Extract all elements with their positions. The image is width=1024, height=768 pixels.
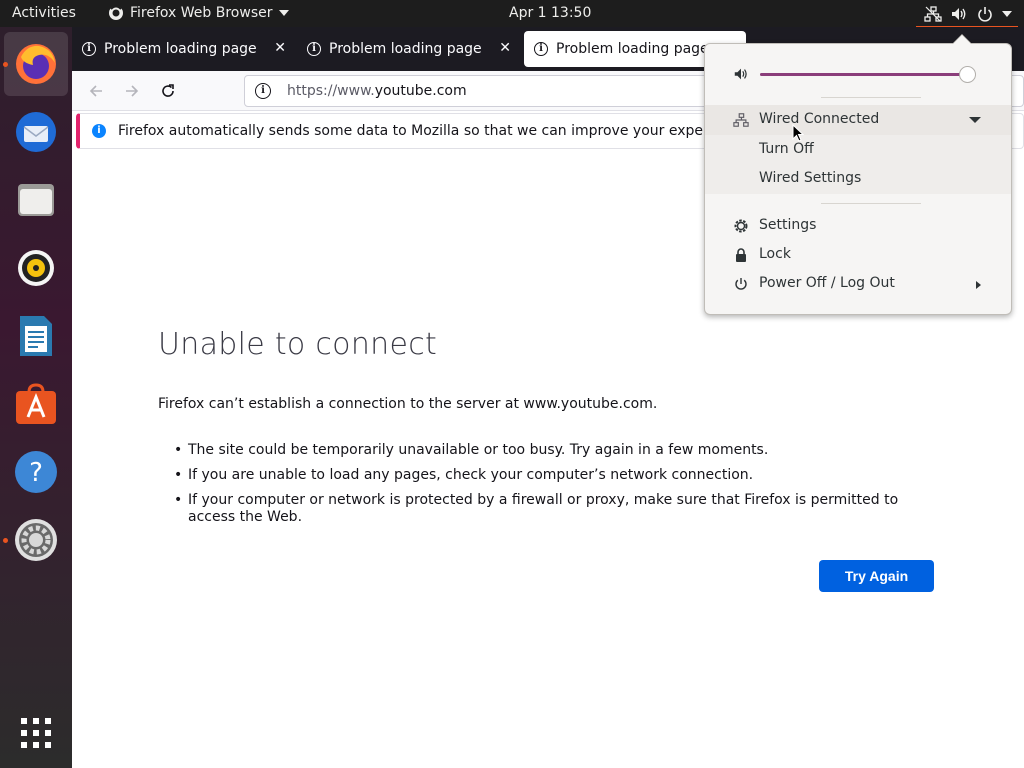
lock-item[interactable]: Lock	[705, 240, 1011, 270]
error-suggestions: The site could be temporarily unavailabl…	[158, 442, 938, 526]
top-bar: Activities Firefox Web Browser Apr 1 13:…	[0, 0, 1024, 28]
help-icon: ?	[15, 451, 57, 493]
running-indicator	[3, 62, 8, 67]
error-page: Unable to connect Firefox can’t establis…	[158, 327, 938, 534]
chevron-down-icon	[278, 10, 289, 16]
reload-button[interactable]	[156, 79, 180, 103]
tab-title: Problem loading page	[329, 41, 482, 57]
arrow-left-icon	[89, 85, 102, 97]
settings-icon	[15, 519, 57, 561]
volume-slider[interactable]	[760, 66, 977, 83]
rhythmbox-icon	[18, 250, 54, 286]
arrow-right-icon	[126, 85, 139, 97]
menu-separator	[821, 203, 921, 204]
app-menu-label: Firefox Web Browser	[130, 5, 273, 21]
error-description: Firefox can’t establish a connection to …	[158, 396, 658, 412]
power-icon	[735, 278, 747, 290]
wired-connection-label: Wired Connected	[759, 111, 880, 127]
dock-settings[interactable]	[4, 508, 68, 572]
info-icon: i	[82, 42, 96, 56]
tab-title: Problem loading page	[556, 41, 709, 57]
url-prefix: https://www.	[287, 83, 375, 99]
info-icon: i	[534, 42, 548, 56]
chevron-down-icon	[1002, 11, 1012, 17]
list-item: If your computer or network is protected…	[174, 492, 938, 526]
wired-network-icon	[924, 6, 942, 22]
thunderbird-icon	[16, 112, 56, 152]
show-applications-button[interactable]	[4, 701, 68, 765]
system-menu: Wired Connected Turn Off Wired Settings …	[704, 34, 1012, 315]
clock[interactable]: Apr 1 13:50	[509, 5, 591, 21]
dock: ?	[0, 27, 72, 768]
menu-separator	[821, 97, 921, 98]
running-indicator	[3, 538, 8, 543]
chevron-down-icon	[969, 117, 981, 123]
turn-off-label: Turn Off	[759, 141, 814, 157]
dock-writer[interactable]	[4, 304, 68, 368]
error-title: Unable to connect	[158, 327, 438, 362]
volume-slider-fill	[760, 73, 968, 76]
activities-button[interactable]: Activities	[12, 5, 76, 21]
forward-button[interactable]	[120, 79, 144, 103]
wired-settings-item[interactable]: Wired Settings	[705, 164, 1011, 194]
files-icon	[18, 184, 54, 216]
try-again-button[interactable]: Try Again	[819, 560, 934, 592]
wired-network-icon	[733, 113, 749, 127]
dock-files[interactable]	[4, 168, 68, 232]
tab-title: Problem loading page	[104, 41, 257, 57]
writer-icon	[20, 316, 52, 356]
close-icon[interactable]: ✕	[499, 40, 511, 56]
wired-connection-item[interactable]: Wired Connected	[705, 105, 1011, 135]
app-grid-icon	[21, 718, 51, 748]
chevron-right-icon	[976, 281, 981, 289]
info-icon[interactable]: i	[255, 83, 271, 99]
settings-label: Settings	[759, 217, 817, 233]
dock-thunderbird[interactable]	[4, 100, 68, 164]
volume-slider-handle[interactable]	[959, 66, 977, 83]
mouse-cursor-icon	[792, 124, 804, 142]
system-tray[interactable]	[916, 3, 1018, 28]
dock-software[interactable]	[4, 372, 68, 436]
info-icon: i	[307, 42, 321, 56]
volume-row	[705, 62, 1011, 86]
dock-rhythmbox[interactable]	[4, 236, 68, 300]
settings-item[interactable]: Settings	[705, 211, 1011, 241]
reload-icon	[162, 84, 174, 97]
list-item: The site could be temporarily unavailabl…	[174, 442, 938, 459]
power-label: Power Off / Log Out	[759, 275, 895, 291]
tab-1[interactable]: i Problem loading page ✕	[72, 31, 294, 67]
url-host: youtube.com	[374, 83, 467, 99]
notification-text: Firefox automatically sends some data to…	[118, 123, 751, 139]
back-button[interactable]	[84, 79, 108, 103]
lock-label: Lock	[759, 246, 791, 262]
close-icon[interactable]: ✕	[274, 40, 286, 56]
tab-2[interactable]: i Problem loading page ✕	[297, 31, 519, 67]
gear-icon	[734, 219, 748, 233]
list-item: If you are unable to load any pages, che…	[174, 467, 938, 484]
svg-text:?: ?	[29, 458, 43, 488]
dock-help[interactable]: ?	[4, 440, 68, 504]
wired-settings-label: Wired Settings	[759, 170, 862, 186]
power-item[interactable]: Power Off / Log Out	[705, 269, 1011, 299]
firefox-icon	[109, 5, 123, 20]
software-icon	[16, 383, 56, 424]
volume-icon	[952, 8, 966, 20]
lock-icon	[736, 248, 746, 262]
firefox-icon	[16, 44, 56, 84]
power-icon	[978, 7, 992, 22]
volume-icon	[734, 68, 747, 80]
turn-off-item[interactable]: Turn Off	[705, 135, 1011, 165]
info-icon: i	[92, 124, 106, 138]
dock-firefox[interactable]	[4, 32, 68, 96]
app-menu[interactable]: Firefox Web Browser	[108, 5, 289, 21]
